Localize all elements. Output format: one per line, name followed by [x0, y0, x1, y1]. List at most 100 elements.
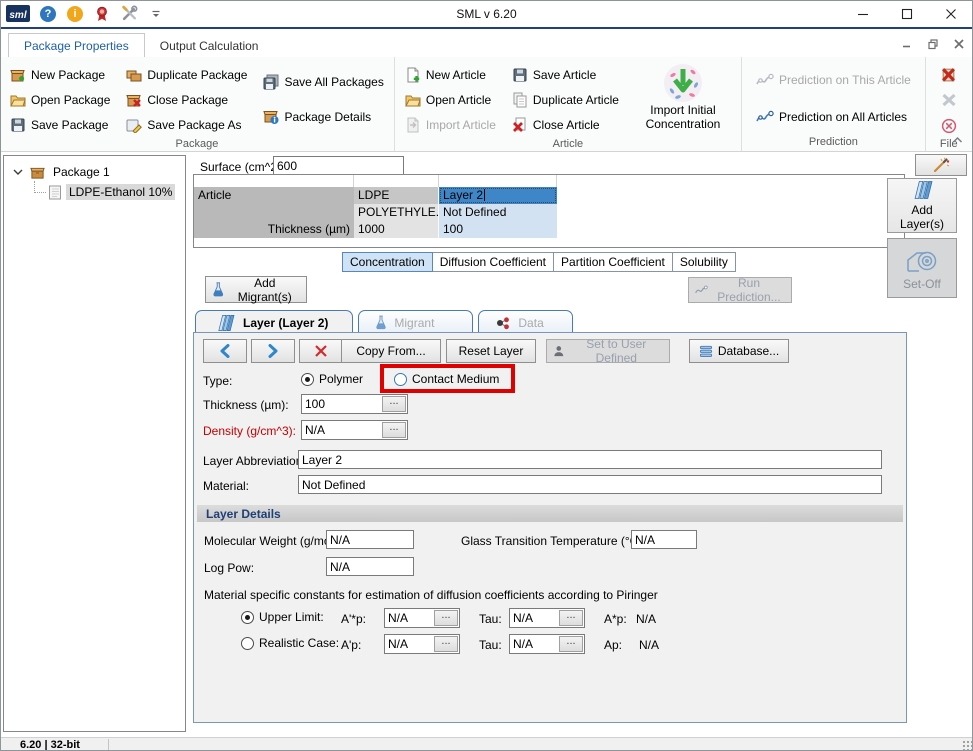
- duplicate-article-button[interactable]: Duplicate Article: [510, 87, 621, 112]
- realistic-coef-input[interactable]: [385, 635, 433, 653]
- log-pow-label: Log Pow:: [204, 561, 254, 575]
- tab-migrant: Migrant: [358, 310, 473, 333]
- tree-node-package[interactable]: Package 1: [4, 162, 185, 182]
- mdi-close-button[interactable]: [951, 37, 967, 51]
- close-article-button[interactable]: Close Article: [510, 112, 621, 137]
- surface-input[interactable]: [273, 156, 404, 175]
- tab-partition-coefficient[interactable]: Partition Coefficient: [553, 252, 673, 272]
- add-migrants-button[interactable]: Add Migrant(s): [205, 276, 307, 303]
- upper-tau-ellipsis-button[interactable]: ...: [559, 610, 583, 626]
- save-package-button[interactable]: Save Package: [8, 112, 112, 137]
- layers-icon: [907, 180, 937, 200]
- layer-abbreviation-input[interactable]: [298, 450, 882, 469]
- material-input[interactable]: [298, 475, 882, 494]
- molecule-icon: [495, 316, 511, 330]
- duplicate-package-button[interactable]: Duplicate Package: [124, 62, 249, 87]
- realistic-case-radio[interactable]: Realistic Case:: [241, 636, 339, 650]
- grid-layer1-thickness-cell[interactable]: 1000: [354, 221, 439, 238]
- tree-article-label[interactable]: LDPE-Ethanol 10%: [66, 184, 175, 200]
- magic-wand-icon: [932, 157, 950, 173]
- license-button[interactable]: [93, 5, 111, 23]
- arrow-right-icon: [267, 344, 279, 358]
- copy-from-button[interactable]: Copy From...: [341, 339, 441, 363]
- app-logo-icon[interactable]: sml: [6, 5, 30, 22]
- minimize-icon: [857, 8, 869, 20]
- grid-layer1-name-cell[interactable]: LDPE: [354, 187, 439, 204]
- settings-button[interactable]: [120, 5, 138, 23]
- open-package-button[interactable]: Open Package: [8, 87, 112, 112]
- mdi-restore-button[interactable]: [925, 37, 941, 51]
- tab-output-calculation[interactable]: Output Calculation: [145, 34, 274, 57]
- minimize-button[interactable]: [841, 0, 885, 27]
- minimize-icon: [902, 39, 912, 49]
- new-package-button[interactable]: New Package: [8, 62, 112, 87]
- tab-diffusion-coefficient[interactable]: Diffusion Coefficient: [432, 252, 554, 272]
- database-button[interactable]: Database...: [689, 339, 789, 363]
- tab-concentration[interactable]: Concentration: [342, 252, 433, 272]
- realistic-tau-ellipsis-button[interactable]: ...: [559, 636, 583, 652]
- new-article-button[interactable]: New Article: [403, 62, 498, 87]
- delete-layer-button[interactable]: [299, 339, 343, 363]
- thickness-input[interactable]: [302, 395, 381, 413]
- resize-grip-icon[interactable]: [962, 740, 972, 750]
- density-input[interactable]: [302, 421, 381, 439]
- upper-tau-label: Tau:: [479, 612, 502, 626]
- grid-article-header: Article: [194, 187, 354, 204]
- tree-node-article[interactable]: LDPE-Ethanol 10%: [4, 182, 185, 202]
- tab-solubility[interactable]: Solubility: [672, 252, 736, 272]
- realistic-coef-ellipsis-button[interactable]: ...: [434, 636, 458, 652]
- next-layer-button[interactable]: [251, 339, 295, 363]
- previous-layer-button[interactable]: [203, 339, 247, 363]
- grid-layer2-thickness-cell[interactable]: 100: [439, 221, 557, 238]
- package-details-button[interactable]: Package Details: [261, 104, 385, 129]
- upper-tau-input[interactable]: [510, 609, 558, 627]
- thickness-ellipsis-button[interactable]: ...: [382, 396, 406, 412]
- save-all-icon: [263, 74, 279, 90]
- log-pow-input[interactable]: [326, 557, 414, 576]
- arrow-left-icon: [219, 344, 231, 358]
- upper-limit-radio[interactable]: Upper Limit:: [241, 610, 324, 624]
- prediction-all-articles-button[interactable]: Prediction on All Articles: [754, 104, 913, 129]
- close-package-button[interactable]: Close Package: [124, 87, 249, 112]
- grid-layer2-name-cell[interactable]: Layer 2: [439, 187, 557, 204]
- import-initial-concentration-button[interactable]: Import Initial Concentration: [633, 60, 733, 137]
- realistic-coef-field: ...: [384, 634, 460, 654]
- save-article-button[interactable]: Save Article: [510, 62, 621, 87]
- restore-icon: [928, 39, 939, 50]
- save-package-as-button[interactable]: Save Package As: [124, 112, 249, 137]
- tab-package-properties[interactable]: Package Properties: [8, 33, 145, 57]
- maximize-button[interactable]: [885, 0, 929, 27]
- density-ellipsis-button[interactable]: ...: [382, 422, 406, 438]
- grid-layer1-material-cell[interactable]: POLYETHYLE...: [354, 204, 439, 221]
- close-button[interactable]: [929, 0, 973, 27]
- status-bar: 6.20 | 32-bit: [0, 737, 973, 751]
- material-label: Material:: [203, 479, 249, 493]
- tab-layer[interactable]: Layer (Layer 2): [195, 310, 353, 333]
- ribbon-collapse-button[interactable]: [952, 133, 963, 147]
- about-button[interactable]: i: [66, 5, 84, 23]
- mdi-minimize-button[interactable]: [899, 37, 915, 51]
- grid-layer2-material-cell[interactable]: Not Defined: [439, 204, 557, 221]
- add-layers-button[interactable]: Add Layer(s): [887, 178, 957, 233]
- package-icon: [29, 165, 46, 180]
- upper-coef-input[interactable]: [385, 609, 433, 627]
- glass-transition-input[interactable]: [631, 530, 697, 549]
- help-button[interactable]: ?: [39, 5, 57, 23]
- realistic-tau-input[interactable]: [510, 635, 558, 653]
- molecular-weight-input[interactable]: [326, 530, 414, 549]
- layer-abbreviation-label: Layer Abbreviation:: [203, 454, 306, 468]
- close-all-button[interactable]: [937, 63, 961, 85]
- save-icon: [10, 117, 26, 133]
- tree-package-label[interactable]: Package 1: [50, 164, 113, 180]
- package-tree: Package 1 LDPE-Ethanol 10%: [3, 155, 186, 732]
- qat-customize-button[interactable]: [147, 5, 165, 23]
- save-all-packages-button[interactable]: Save All Packages: [261, 69, 385, 94]
- wizard-button[interactable]: [915, 154, 967, 176]
- open-article-button[interactable]: Open Article: [403, 87, 498, 112]
- reset-layer-button[interactable]: Reset Layer: [446, 339, 536, 363]
- award-ribbon-icon: [94, 6, 110, 22]
- close-all-icon: [940, 66, 957, 83]
- type-polymer-radio[interactable]: Polymer: [301, 372, 363, 386]
- tree-expand-icon[interactable]: [11, 165, 25, 179]
- upper-coef-ellipsis-button[interactable]: ...: [434, 610, 458, 626]
